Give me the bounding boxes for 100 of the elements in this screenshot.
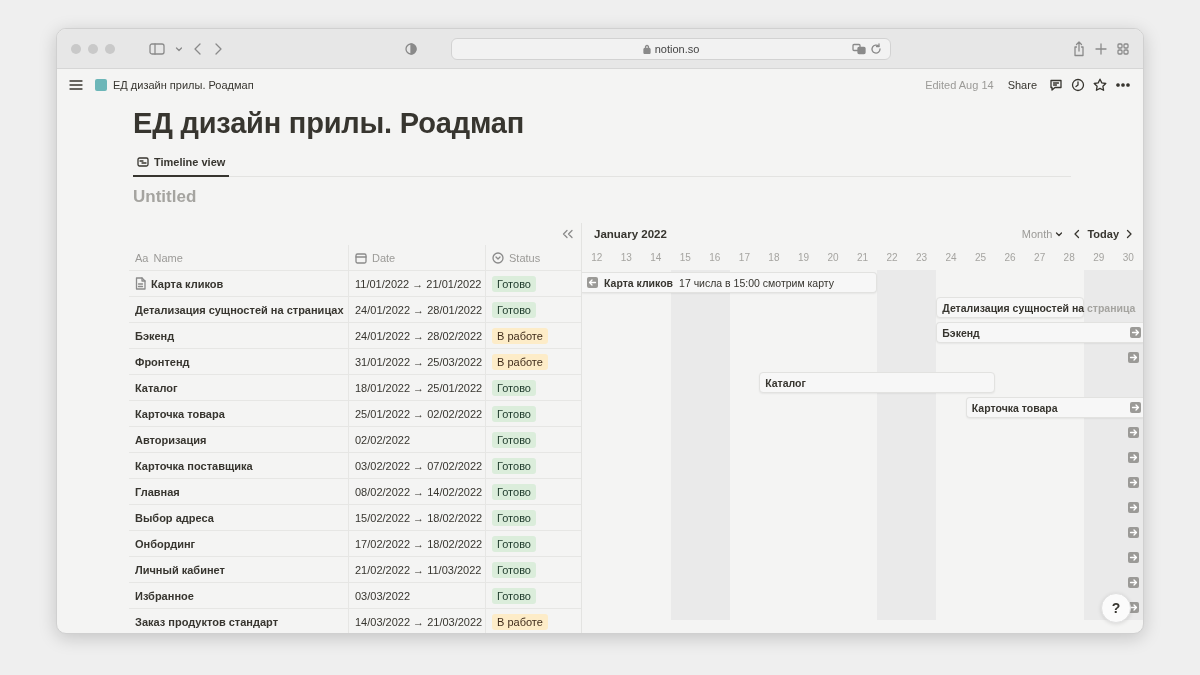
date-cell: 15/02/2022 → 18/02/2022 xyxy=(355,511,483,524)
date-cell: 31/01/2022 → 25/03/2022 xyxy=(355,355,483,368)
task-name[interactable]: Карта кликов xyxy=(151,277,224,290)
today-button[interactable]: Today xyxy=(1087,228,1119,240)
arrow-right-icon[interactable] xyxy=(1128,552,1139,563)
day-label: 12 xyxy=(590,252,604,263)
day-label: 19 xyxy=(796,252,810,263)
bar-label: Карточка товара xyxy=(971,401,1058,414)
timeline-bar[interactable]: Карта кликов 17 числа в 15:00 смотрим карту xyxy=(582,272,878,293)
url-text: notion.so xyxy=(654,42,700,55)
day-label: 29 xyxy=(1092,252,1106,263)
day-label: 21 xyxy=(855,252,870,263)
task-name[interactable]: Бэкенд xyxy=(135,329,175,342)
task-name[interactable]: Карточка товара xyxy=(135,407,225,420)
status-tag: Готово xyxy=(492,509,536,526)
timeline-bar[interactable]: Каталог xyxy=(759,372,996,393)
day-label: 30 xyxy=(1121,252,1135,263)
date-cell: 11/01/2022 → 21/01/2022 xyxy=(355,277,482,290)
view-tab[interactable]: Timeline view xyxy=(133,152,230,177)
month-label: January 2022 xyxy=(594,228,667,240)
bar-label: Каталог xyxy=(765,376,806,389)
bar-label: Карта кликов xyxy=(604,276,674,289)
sidebar-icon[interactable] xyxy=(149,41,165,56)
arrow-right-icon[interactable] xyxy=(1130,327,1141,338)
timeline-bar[interactable]: Карточка товара xyxy=(965,397,1143,418)
reload-icon[interactable] xyxy=(870,42,882,55)
status-tag: Готово xyxy=(492,405,536,422)
status-tag: В работе xyxy=(492,613,548,630)
translate-icon[interactable] xyxy=(852,42,866,55)
status-icon xyxy=(492,251,504,264)
status-tag: Готово xyxy=(492,431,536,448)
date-cell: 17/02/2022 → 18/02/2022 xyxy=(355,537,483,550)
arrow-right-icon[interactable] xyxy=(1128,577,1139,588)
status-tag: Готово xyxy=(492,275,536,292)
day-label: 16 xyxy=(708,252,722,263)
forward-icon[interactable] xyxy=(213,41,223,56)
status-tag: В работе xyxy=(492,327,548,344)
share-icon[interactable] xyxy=(1073,40,1085,57)
breadcrumb-link[interactable]: ЕД дизайн прилы. Роадмап xyxy=(91,77,258,93)
day-label: 26 xyxy=(1003,252,1017,263)
status-tag: Готово xyxy=(492,301,536,318)
date-cell: 24/01/2022 → 28/01/2022 xyxy=(355,303,483,316)
arrow-right-icon[interactable] xyxy=(1128,477,1139,488)
bar-note: 17 числа в 15:00 смотрим карту xyxy=(679,276,834,289)
arrow-right-icon[interactable] xyxy=(1128,427,1139,438)
status-tag: Готово xyxy=(492,457,536,474)
date-cell: 03/02/2022 → 07/02/2022 xyxy=(355,459,483,472)
arrow-right-icon[interactable] xyxy=(1128,502,1139,513)
day-label: 17 xyxy=(737,252,751,263)
share-link[interactable]: Share xyxy=(1007,79,1037,91)
menu-icon[interactable] xyxy=(69,79,83,91)
star-icon[interactable] xyxy=(1093,78,1107,92)
task-name[interactable]: Онбординг xyxy=(135,537,196,550)
timeline-icon xyxy=(137,157,149,167)
arrow-right-icon[interactable] xyxy=(1128,352,1139,363)
day-label: 15 xyxy=(678,252,692,263)
plus-icon[interactable] xyxy=(1095,42,1107,55)
arrow-right-icon[interactable] xyxy=(1128,527,1139,538)
date-cell: 24/01/2022 → 28/02/2022 xyxy=(355,329,483,342)
previous-icon[interactable] xyxy=(1073,229,1082,239)
comment-icon[interactable] xyxy=(1049,78,1063,92)
arrow-left-icon[interactable] xyxy=(587,277,598,288)
task-name[interactable]: Избранное xyxy=(135,589,194,602)
bar-label: Детализация сущностей на xyxy=(942,301,1085,314)
day-label: 14 xyxy=(649,252,663,263)
back-icon[interactable] xyxy=(193,41,203,56)
task-name[interactable]: Выбор адреса xyxy=(135,511,214,524)
task-name[interactable]: Личный кабинет xyxy=(135,563,225,576)
task-name[interactable]: Карточка поставщика xyxy=(135,459,253,472)
status-tag: Готово xyxy=(492,561,536,578)
date-cell: 25/01/2022 → 02/02/2022 xyxy=(355,407,483,420)
address-bar[interactable]: notion.so xyxy=(451,37,891,60)
task-name[interactable]: Заказ продуктов стандарт xyxy=(135,615,279,628)
arrow-right-icon[interactable] xyxy=(1130,402,1141,413)
bar-label: Бэкенд xyxy=(942,326,980,339)
task-name[interactable]: Фронтенд xyxy=(135,355,190,368)
database-title: Untitled xyxy=(133,187,198,207)
page-emoji-icon xyxy=(95,79,107,91)
day-label: 27 xyxy=(1033,252,1047,263)
next-icon[interactable] xyxy=(1125,229,1133,239)
tabs-grid-icon[interactable] xyxy=(1117,42,1129,55)
lock-icon xyxy=(642,43,651,54)
day-label: 23 xyxy=(915,252,929,263)
date-cell: 18/01/2022 → 25/01/2022 xyxy=(355,381,483,394)
task-name[interactable]: Главная xyxy=(135,485,180,498)
status-tag: Готово xyxy=(492,379,536,396)
calendar-icon xyxy=(355,251,367,264)
date-cell: 14/03/2022 → 21/03/2022 xyxy=(355,615,483,628)
day-label: 24 xyxy=(944,252,958,263)
timeline-bar[interactable]: Детализация сущностей на xyxy=(936,297,1084,318)
collapse-icon[interactable] xyxy=(561,229,575,239)
status-tag: Готово xyxy=(492,587,536,604)
arrow-right-icon[interactable] xyxy=(1128,452,1139,463)
timeline-bar[interactable]: Бэкенд xyxy=(936,322,1143,343)
clock-icon[interactable] xyxy=(1071,78,1085,92)
task-name[interactable]: Авторизация xyxy=(135,433,207,446)
status-tag: Готово xyxy=(492,483,536,500)
task-name[interactable]: Детализация сущностей на страницах xyxy=(135,303,344,316)
task-name[interactable]: Каталог xyxy=(135,381,178,394)
day-label: 25 xyxy=(974,252,988,263)
